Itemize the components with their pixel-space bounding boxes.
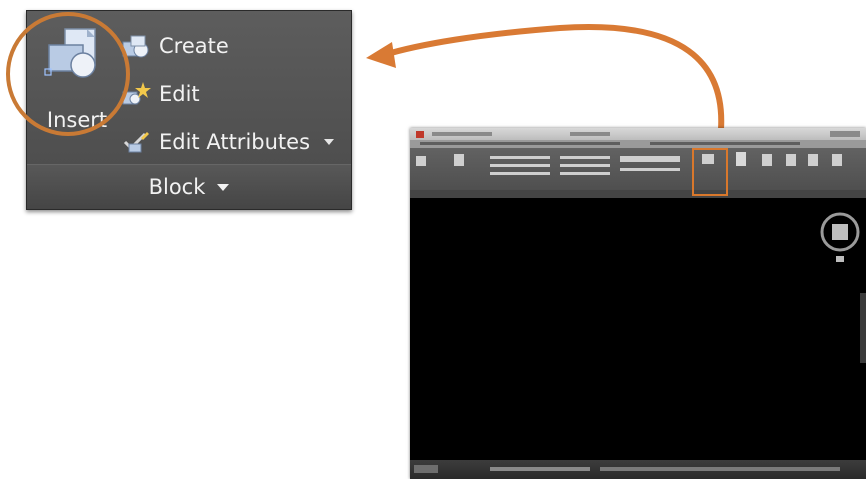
edit-label: Edit [159,82,200,106]
edit-attributes-button[interactable]: Edit Attributes [121,126,335,158]
ribbon-tabs [410,140,866,148]
chevron-down-icon [217,183,230,191]
chevron-down-icon[interactable] [324,139,335,145]
side-scrollbar[interactable] [860,293,866,363]
block-panel-highlight [692,148,728,196]
autocad-window [410,128,866,479]
drawing-area[interactable] [410,198,866,460]
title-bar [410,128,866,140]
create-label: Create [159,34,229,58]
block-panel-title-label: Block [148,175,206,199]
block-panel-title[interactable]: Block [27,164,351,209]
edit-attributes-icon [123,132,149,153]
ribbon [410,148,866,190]
edit-attributes-label: Edit Attributes [159,130,311,154]
viewcube-icon[interactable] [816,208,864,268]
ribbon-panel-labels [410,190,866,198]
edit-block-button[interactable]: Edit [121,78,200,110]
insert-highlight-circle [6,12,130,136]
status-bar [410,460,866,479]
create-block-button[interactable]: Create [121,30,229,62]
